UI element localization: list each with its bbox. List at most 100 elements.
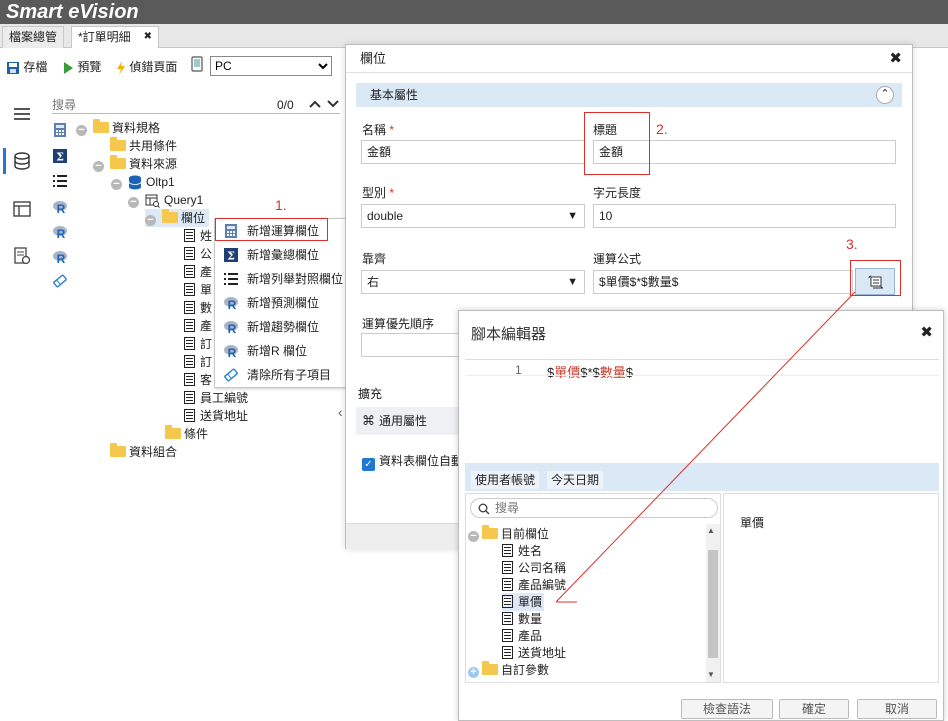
r-predict-icon[interactable]: R xyxy=(52,199,68,215)
tree-node-oltp[interactable]: − Oltp1 xyxy=(111,173,175,191)
priority-input[interactable] xyxy=(361,333,459,357)
collapse-icon[interactable]: − xyxy=(145,215,156,226)
tree-node-fields[interactable]: − 欄位 xyxy=(145,209,210,227)
var-user-account-button[interactable]: 使用者帳號 xyxy=(471,471,540,489)
section-basic-properties[interactable]: 基本屬性 ⌃ xyxy=(356,83,902,107)
var-today-button[interactable]: 今天日期 xyxy=(547,471,604,489)
tree-node-current-fields[interactable]: − 目前欄位 xyxy=(468,525,549,543)
annotation-step-2: 2. xyxy=(656,121,668,137)
collapse-icon[interactable]: − xyxy=(111,179,122,190)
tree-field-item[interactable]: 公 xyxy=(184,245,212,263)
tree-field-item[interactable]: 數 xyxy=(184,299,212,317)
menu-add-r-field[interactable]: R 新增R 欄位 xyxy=(219,340,345,362)
report-settings-icon[interactable] xyxy=(12,246,32,266)
tree-node-data-spec[interactable]: − 資料規格 xyxy=(76,119,160,137)
r-trend-icon[interactable]: R xyxy=(52,224,68,240)
tree-label: 條件 xyxy=(184,427,209,441)
eraser-icon[interactable] xyxy=(52,273,68,289)
tree-label: 產品 xyxy=(518,629,543,643)
code-editor[interactable]: 1 $單價$*$數量$ xyxy=(465,359,939,463)
collapse-icon[interactable]: − xyxy=(128,197,139,208)
layout-icon[interactable] xyxy=(12,199,32,219)
ok-button[interactable]: 確定 xyxy=(779,699,849,719)
collapse-icon[interactable]: − xyxy=(93,161,104,172)
tree-label: 資料來源 xyxy=(129,157,178,171)
align-select[interactable]: 右 ▼ xyxy=(361,270,585,294)
sigma-icon[interactable]: Σ xyxy=(52,148,68,164)
menu-add-enum-field[interactable]: 新增列舉對照欄位 xyxy=(219,268,345,290)
list-icon[interactable] xyxy=(52,173,68,189)
left-sidebar xyxy=(0,90,44,721)
check-syntax-button[interactable]: 檢查語法 xyxy=(681,699,773,719)
tree-field-item[interactable]: 姓名 xyxy=(502,542,542,560)
tree-field-item[interactable]: 產品 xyxy=(502,627,542,645)
section-general-properties[interactable]: ⌘ 通用屬性 xyxy=(356,407,460,435)
device-select[interactable]: PC xyxy=(210,56,332,76)
tree-scrollbar[interactable]: ▲ ▼ xyxy=(706,524,720,682)
tree-field-item-selected[interactable]: 單價 xyxy=(502,593,545,611)
tree-field-item[interactable]: 姓 xyxy=(184,227,212,245)
close-icon[interactable]: ✖ xyxy=(920,323,933,341)
name-input[interactable]: 金額 xyxy=(361,140,585,164)
preview-button[interactable]: 預覽 xyxy=(62,57,101,77)
tree-field-item[interactable]: 產 xyxy=(184,317,212,335)
menu-clear-children[interactable]: 清除所有子項目 xyxy=(219,364,345,386)
tree-field-item[interactable]: 送貨地址 xyxy=(184,407,248,425)
document-icon xyxy=(502,612,513,625)
collapse-icon[interactable]: − xyxy=(76,125,87,136)
debug-page-button[interactable]: 偵錯頁面 xyxy=(116,57,177,77)
menu-icon[interactable] xyxy=(12,104,32,124)
type-select[interactable]: double ▼ xyxy=(361,204,585,228)
tree-field-item[interactable]: 訂 xyxy=(184,353,212,371)
tree-node-conditions[interactable]: 條件 xyxy=(165,425,208,443)
cancel-button[interactable]: 取消 xyxy=(857,699,937,719)
tree-node-shared-conditions[interactable]: 共用條件 xyxy=(110,137,177,155)
tree-field-item[interactable]: 送貨地址 xyxy=(502,644,566,662)
chevron-down-icon[interactable] xyxy=(326,98,340,110)
calculator-icon[interactable] xyxy=(52,122,68,138)
tree-node-data-source[interactable]: − 資料來源 xyxy=(93,155,177,173)
scroll-down-icon[interactable]: ▼ xyxy=(707,670,715,679)
close-icon[interactable]: ✖ xyxy=(889,49,902,67)
menu-add-predict-field[interactable]: R 新增預測欄位 xyxy=(219,292,345,314)
scroll-up-icon[interactable]: ▲ xyxy=(707,526,715,535)
tab-explorer[interactable]: 檔案總管 xyxy=(2,26,65,48)
tree-label: 訂 xyxy=(200,355,213,369)
type-label: 型別 * xyxy=(362,184,394,201)
field-search-input[interactable] xyxy=(495,500,695,516)
save-button[interactable]: 存檔 xyxy=(6,57,47,77)
tree-search-input[interactable] xyxy=(52,96,262,113)
auto-column-checkbox[interactable]: ✓ 資料表欄位自動 xyxy=(362,453,463,471)
formula-input[interactable]: $單價$*$數量$ xyxy=(593,270,853,294)
tree-field-item[interactable]: 數量 xyxy=(502,610,542,628)
tree-field-item[interactable]: 產 xyxy=(184,263,212,281)
tree-field-item[interactable]: 員工編號 xyxy=(184,389,248,407)
database-icon[interactable] xyxy=(12,151,32,171)
tree-field-item[interactable]: 單 xyxy=(184,281,212,299)
collapse-panel-icon[interactable]: ‹ xyxy=(338,404,343,420)
dropdown-arrow-icon: ▼ xyxy=(567,210,578,222)
highlight-box-3 xyxy=(850,260,901,296)
collapse-icon[interactable]: − xyxy=(468,531,479,542)
expand-icon[interactable]: + xyxy=(468,667,479,678)
tree-label: 產 xyxy=(200,319,213,333)
r-field-icon[interactable]: R xyxy=(52,249,68,265)
tree-field-item[interactable]: 公司名稱 xyxy=(502,559,566,577)
close-icon[interactable]: ✖ xyxy=(144,27,152,47)
tree-node-query[interactable]: − Query1 xyxy=(128,191,203,209)
scroll-thumb[interactable] xyxy=(708,550,718,658)
menu-add-summary-field[interactable]: Σ 新增彙總欄位 xyxy=(219,244,345,266)
tree-label: 共用條件 xyxy=(129,139,178,153)
tab-order-detail[interactable]: *訂單明細 ✖ xyxy=(71,26,159,48)
length-input[interactable]: 10 xyxy=(593,204,896,228)
tree-field-item[interactable]: 客 xyxy=(184,371,212,389)
collapse-up-icon[interactable]: ⌃ xyxy=(876,86,894,104)
tree-node-custom-params[interactable]: + 自訂參數 xyxy=(468,661,549,679)
tree-node-data-combo[interactable]: 資料組合 xyxy=(110,443,177,461)
tree-field-item[interactable]: 訂 xyxy=(184,335,212,353)
menu-add-trend-field[interactable]: R 新增趨勢欄位 xyxy=(219,316,345,338)
document-icon xyxy=(184,283,195,296)
tree-field-item[interactable]: 產品編號 xyxy=(502,576,566,594)
field-search[interactable] xyxy=(470,498,718,518)
chevron-up-icon[interactable] xyxy=(308,98,322,110)
